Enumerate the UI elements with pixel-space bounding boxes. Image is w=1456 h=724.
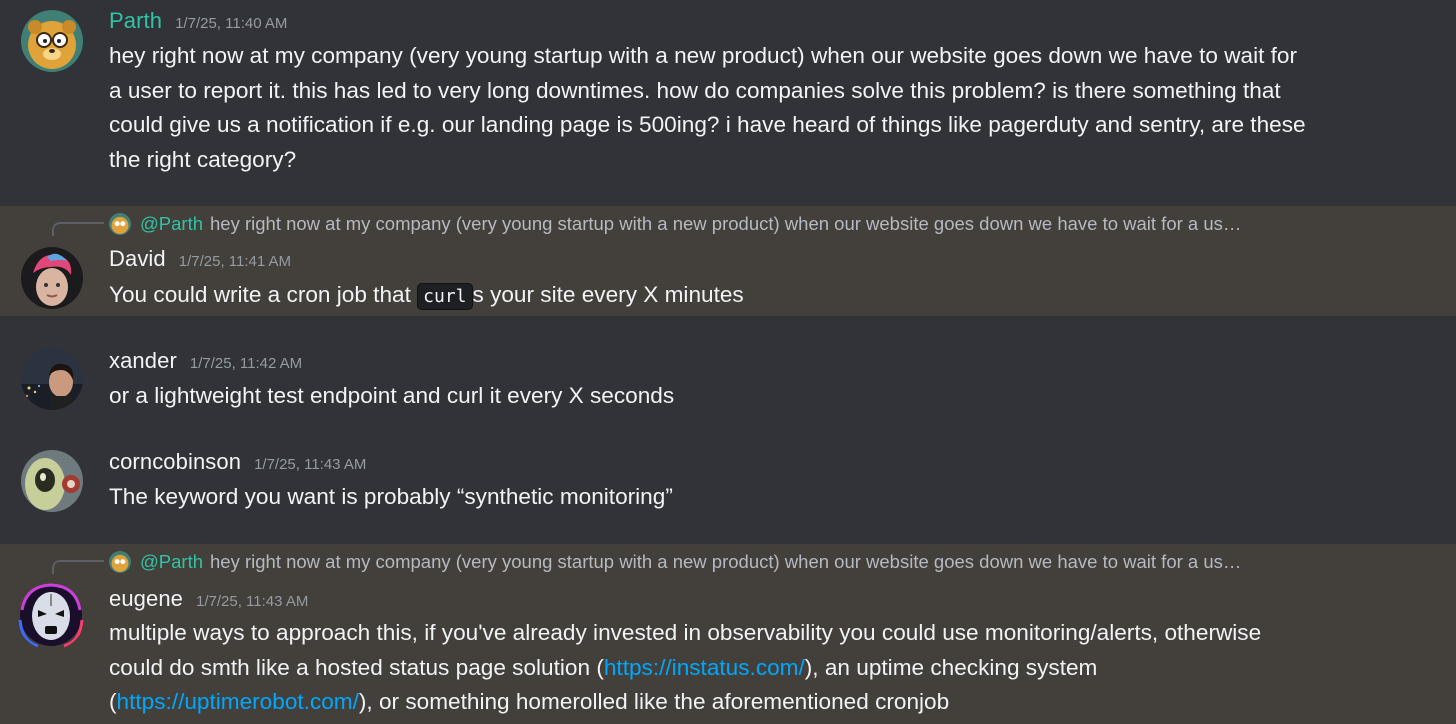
- reply-connector: [52, 560, 104, 574]
- message-content: The keyword you want is probably “synthe…: [109, 480, 1399, 515]
- yellow-cartoon-bear-avatar: [21, 10, 83, 72]
- reply-preview[interactable]: @Parth hey right now at my company (very…: [109, 547, 1241, 577]
- timestamp: 1/7/25, 11:40 AM: [175, 15, 288, 32]
- timestamp: 1/7/25, 11:41 AM: [178, 253, 292, 270]
- message-text: or a lightweight test endpoint and curl …: [109, 383, 675, 408]
- avatar[interactable]: [16, 580, 86, 650]
- timestamp: 1/7/25, 11:43 AM: [254, 456, 367, 473]
- message-corncobinson[interactable]: corncobinson 1/7/25, 11:43 AM The keywor…: [0, 416, 1456, 544]
- message-text: ), an uptime checking system: [804, 654, 1098, 680]
- author-name[interactable]: corncobinson: [109, 449, 241, 475]
- yellow-cartoon-bear-avatar-icon: [109, 551, 131, 573]
- reply-mention[interactable]: @Parth: [140, 213, 203, 235]
- avatar[interactable]: [21, 247, 83, 309]
- avatar[interactable]: [21, 450, 83, 512]
- link-instatus[interactable]: https://instatus.com/: [604, 655, 805, 680]
- photo-avatar-pink-hair: [21, 247, 83, 309]
- message-xander[interactable]: xander 1/7/25, 11:42 AM or a lightweight…: [0, 316, 1456, 416]
- message-line: a user to report it. this has led to ver…: [109, 77, 1281, 103]
- reply-mention[interactable]: @Parth: [140, 551, 203, 573]
- reply-text: hey right now at my company (very young …: [210, 213, 1242, 234]
- message-content: or a lightweight test endpoint and curl …: [109, 379, 1399, 414]
- link-uptimerobot[interactable]: https://uptimerobot.com/: [117, 689, 359, 714]
- message-content: You could write a cron job that curl s yo…: [109, 278, 1399, 315]
- green-alien-avatar: [21, 450, 83, 512]
- author-name[interactable]: eugene: [109, 586, 183, 612]
- author-name[interactable]: Parth: [109, 8, 162, 34]
- author-name[interactable]: xander: [109, 348, 177, 374]
- message-text: You could write a cron job that: [109, 282, 418, 307]
- timestamp: 1/7/25, 11:43 AM: [196, 593, 309, 610]
- message-text: ), or something homerolled like the afor…: [358, 689, 950, 714]
- reply-preview[interactable]: @Parth hey right now at my company (very…: [109, 209, 1241, 239]
- message-content: multiple ways to approach this, if you'v…: [109, 616, 1399, 720]
- message-line: could give us a notification if e.g. our…: [109, 112, 1306, 137]
- timestamp: 1/7/25, 11:42 AM: [189, 355, 303, 372]
- yellow-cartoon-bear-avatar-icon: [109, 213, 131, 235]
- message-line: (https://uptimerobot.com/), or something…: [109, 685, 1399, 720]
- inline-code: curl: [417, 283, 473, 310]
- message-content: hey right now at my company (very young …: [109, 39, 1399, 177]
- author-name[interactable]: David: [109, 246, 166, 272]
- message-david[interactable]: @Parth hey right now at my company (very…: [0, 206, 1456, 316]
- message-parth[interactable]: Parth 1/7/25, 11:40 AM hey right now at …: [0, 0, 1456, 206]
- message-eugene[interactable]: @Parth hey right now at my company (very…: [0, 544, 1456, 724]
- message-line: multiple ways to approach this, if you'v…: [109, 620, 1262, 645]
- message-text: could do smth like a hosted status page …: [109, 654, 604, 680]
- neon-robot-face-avatar: [16, 580, 86, 650]
- avatar[interactable]: [21, 10, 83, 72]
- message-line: the right category?: [109, 146, 297, 172]
- reply-connector: [52, 222, 104, 236]
- message-line: could do smth like a hosted status page …: [109, 651, 1399, 686]
- chat-message-list: Parth 1/7/25, 11:40 AM hey right now at …: [0, 0, 1456, 724]
- reply-text: hey right now at my company (very young …: [210, 551, 1242, 572]
- message-text: The keyword you want is probably “synthe…: [109, 484, 673, 509]
- avatar[interactable]: [21, 348, 83, 410]
- message-text: (: [109, 689, 117, 714]
- message-text: s your site every X minutes: [472, 282, 744, 307]
- message-line: hey right now at my company (very young …: [109, 43, 1298, 68]
- photo-avatar-person-night-city: [21, 348, 83, 410]
